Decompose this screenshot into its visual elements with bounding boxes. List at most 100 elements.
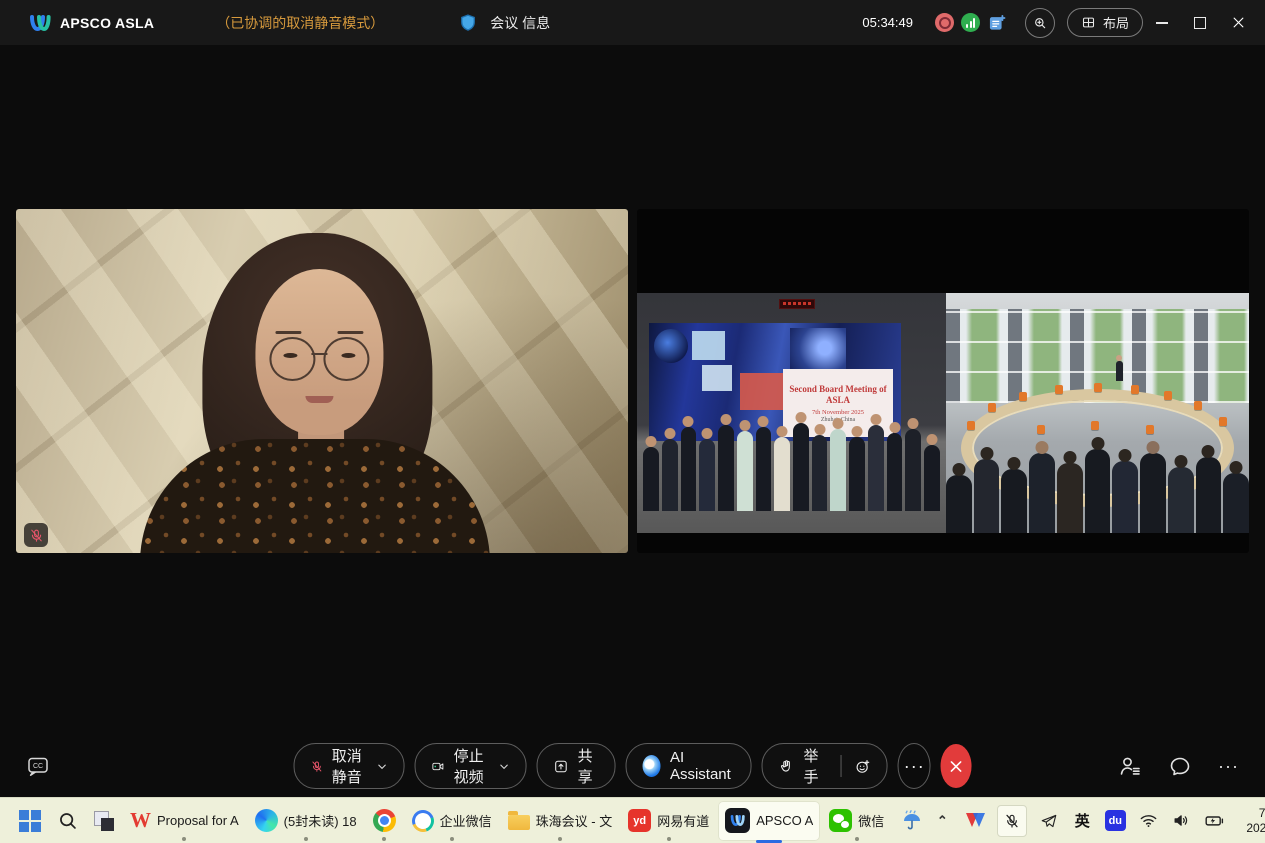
tray-telegram-icon[interactable] <box>1038 808 1060 834</box>
wechat-icon <box>829 809 852 832</box>
taskbar-app-explorer[interactable]: 珠海会议 - 文 <box>501 801 620 841</box>
raise-hand-label: 举手 <box>803 745 827 787</box>
meeting-notes-icon[interactable] <box>987 13 1007 33</box>
taskbar-search-button[interactable] <box>50 801 85 841</box>
group-photo-people <box>643 411 940 511</box>
chevron-down-icon[interactable] <box>377 761 388 772</box>
search-icon <box>57 810 78 831</box>
tray-vlogo-icon[interactable] <box>964 808 986 834</box>
edge-icon <box>255 809 278 832</box>
meeting-toolbar: CC 取消静音 停止视频 <box>0 737 1265 795</box>
task-view-button[interactable] <box>87 801 121 841</box>
led-banner <box>779 299 815 309</box>
unmute-label: 取消静音 <box>332 745 368 787</box>
meeting-room-scene <box>946 293 1249 533</box>
raise-hand-icon <box>779 756 795 776</box>
earth-graphic <box>654 329 688 363</box>
shield-icon <box>458 12 478 34</box>
video-tile-self[interactable] <box>16 209 628 553</box>
taskbar-app-youdao[interactable]: yd 网易有道 <box>621 801 716 841</box>
minimize-button[interactable] <box>1143 0 1181 45</box>
chat-button[interactable] <box>1168 754 1192 778</box>
start-button[interactable] <box>12 801 48 841</box>
more-options-button[interactable]: ··· <box>898 743 931 789</box>
taskbar-app-voov-active[interactable]: APSCO A <box>718 801 820 841</box>
taskbar-app-edge[interactable]: (5封未读) 18 <box>248 801 364 841</box>
share-screen-button[interactable]: 共享 <box>537 743 616 789</box>
wps-icon: W <box>130 808 151 833</box>
edge-window-title: (5封未读) 18 <box>284 811 357 830</box>
wecom-window-title: 企业微信 <box>440 811 492 830</box>
volume-icon[interactable] <box>1170 808 1192 834</box>
youdao-icon: yd <box>628 809 651 832</box>
layout-button[interactable]: 布局 <box>1067 8 1143 37</box>
muted-mic-badge <box>24 523 48 547</box>
close-icon <box>948 758 965 775</box>
explorer-window-title: 珠海会议 - 文 <box>536 811 613 830</box>
voov-meeting-window: APSCO ASLA （已协调的取消静音模式） 会议 信息 05:34:49 <box>0 0 1265 843</box>
clock-date: 2025/11/7 <box>1246 821 1265 836</box>
restore-button[interactable] <box>1181 0 1219 45</box>
wps-window-title: Proposal for A <box>157 813 239 828</box>
tray-baidu-icon[interactable]: du <box>1104 808 1126 834</box>
ai-assistant-button[interactable]: AI Assistant <box>626 743 752 789</box>
grid-layout-icon <box>1081 15 1096 30</box>
camera-icon <box>432 756 445 777</box>
voov-logo-icon <box>28 12 52 34</box>
participants-button[interactable] <box>1118 754 1142 778</box>
taskbar-app-wechat[interactable]: 微信 <box>822 801 891 841</box>
video-tile-remote[interactable]: Second Board Meeting of ASLA 7th Novembe… <box>637 209 1249 553</box>
tray-overflow-chevron[interactable]: ⌃ <box>931 808 953 834</box>
wechat-window-title: 微信 <box>858 811 884 830</box>
task-view-icon <box>94 811 114 831</box>
cc-text: CC <box>33 763 43 770</box>
taskbar-app-wecom[interactable]: 企业微信 <box>405 801 499 841</box>
glasses <box>269 337 315 381</box>
divider <box>840 755 841 777</box>
astronaut-graphic <box>790 328 845 370</box>
meeting-info-button[interactable]: 会议 信息 <box>490 13 550 33</box>
taskbar-app-wps[interactable]: W Proposal for A <box>123 801 246 841</box>
ai-assistant-label: AI Assistant <box>670 749 735 783</box>
reaction-emoji-icon[interactable] <box>854 756 871 777</box>
folder-icon <box>508 815 530 830</box>
captions-button[interactable]: CC <box>26 754 50 778</box>
windows-logo-icon <box>19 810 41 832</box>
meeting-elapsed-time: 05:34:49 <box>862 15 913 30</box>
battery-icon[interactable] <box>1203 808 1225 834</box>
ai-assistant-icon <box>643 755 661 777</box>
close-icon <box>1231 15 1246 30</box>
zoom-view-button[interactable] <box>1025 8 1055 38</box>
restore-icon <box>1194 17 1206 29</box>
screen-title: Second Board Meeting of ASLA <box>785 384 892 406</box>
stop-video-button[interactable]: 停止视频 <box>415 743 527 789</box>
youdao-window-title: 网易有道 <box>657 811 709 830</box>
chevron-down-icon[interactable] <box>499 761 510 772</box>
audience-people <box>946 445 1249 533</box>
toolbar-more-button[interactable]: ··· <box>1218 756 1239 777</box>
remote-video-content: Second Board Meeting of ASLA 7th Novembe… <box>637 293 1249 533</box>
taskbar-app-chrome[interactable] <box>366 801 403 841</box>
more-dots: ··· <box>904 756 925 777</box>
clock-time: 7:49:38 <box>1259 806 1265 821</box>
mute-mode-notice: （已协调的取消静音模式） <box>216 13 384 33</box>
mic-muted-icon <box>29 528 44 543</box>
close-button[interactable] <box>1219 0 1257 45</box>
taskbar-weather-button[interactable] <box>893 801 931 841</box>
taskbar-clock[interactable]: 7:49:38 2025/11/7 <box>1246 806 1265 836</box>
raise-hand-reaction-button[interactable]: 举手 <box>762 743 888 789</box>
voov-window-title: APSCO A <box>756 813 813 828</box>
tray-mic-muted-icon[interactable] <box>997 805 1027 837</box>
minimize-icon <box>1156 22 1168 24</box>
wifi-icon[interactable] <box>1137 808 1159 834</box>
windows-taskbar: W Proposal for A (5封未读) 18 企业微信 珠海会议 <box>0 797 1265 843</box>
stage-photo-scene: Second Board Meeting of ASLA 7th Novembe… <box>637 293 946 533</box>
recording-indicator-icon[interactable] <box>935 13 955 33</box>
leave-meeting-button[interactable] <box>941 744 972 788</box>
layout-label: 布局 <box>1103 13 1129 32</box>
ime-language-indicator[interactable]: 英 <box>1071 808 1093 834</box>
share-icon <box>554 756 569 777</box>
network-quality-icon[interactable] <box>961 13 981 33</box>
unmute-button[interactable]: 取消静音 <box>293 743 405 789</box>
active-app-indicator <box>756 840 782 843</box>
